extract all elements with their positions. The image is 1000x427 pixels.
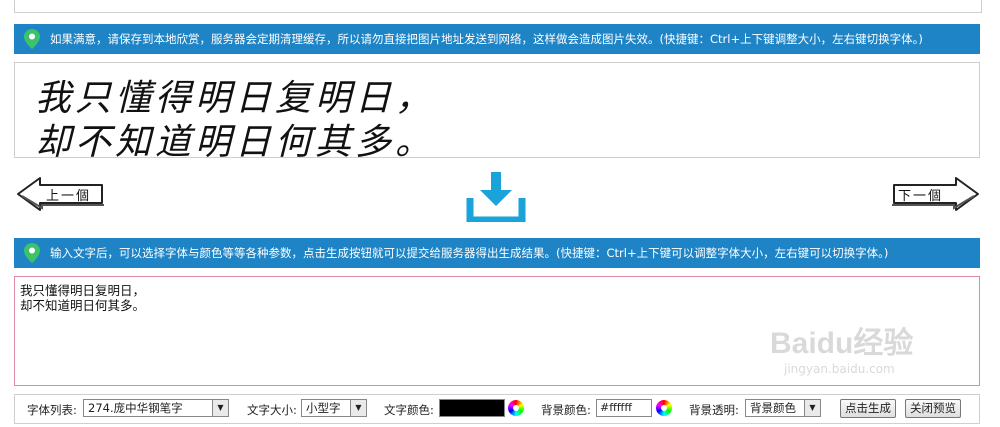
text-color-swatch[interactable] xyxy=(439,399,505,417)
next-font-label: 下一個 xyxy=(898,189,944,204)
text-size-value: 小型字 xyxy=(306,401,341,415)
font-list-value: 274.庞中华钢笔字 xyxy=(88,401,183,415)
notice-banner-save: 如果满意，请保存到本地欣赏，服务器会定期清理缓存，所以请勿直接把图片地址发送到网… xyxy=(14,24,980,54)
handwriting-preview-image: 我只懂得明日复明日， 却不知道明日何其多。 xyxy=(14,62,980,163)
font-list-label: 字体列表: xyxy=(27,403,77,417)
location-pin-icon xyxy=(24,243,40,263)
notice-text-save: 如果满意，请保存到本地欣赏，服务器会定期清理缓存，所以请勿直接把图片地址发送到网… xyxy=(50,32,923,46)
top-result-box xyxy=(14,0,982,13)
preview-line-2: 却不知道明日何其多。 xyxy=(35,122,436,163)
watermark-url: jingyan.baidu.com xyxy=(784,362,895,376)
baidu-watermark: Baidu经验 jingyan.baidu.com xyxy=(770,318,913,376)
watermark-brand: Baidu经验 xyxy=(770,327,914,360)
font-list-select[interactable]: 274.庞中华钢笔字 ▼ xyxy=(83,399,229,417)
bg-color-input[interactable]: #ffffff xyxy=(596,399,652,417)
download-icon[interactable] xyxy=(466,170,526,222)
bg-transparent-value: 背景颜色 xyxy=(750,401,796,415)
chevron-down-icon: ▼ xyxy=(212,400,228,416)
text-color-label: 文字颜色: xyxy=(384,403,434,417)
notice-banner-input: 输入文字后，可以选择字体与颜色等等各种参数，点击生成按钮就可以提交给服务器得出生… xyxy=(14,238,980,268)
close-preview-button[interactable]: 关闭预览 xyxy=(905,399,961,418)
bg-transparent-select[interactable]: 背景颜色 ▼ xyxy=(745,399,821,417)
generate-button[interactable]: 点击生成 xyxy=(840,399,896,418)
chevron-down-icon: ▼ xyxy=(350,400,366,416)
text-size-select[interactable]: 小型字 ▼ xyxy=(301,399,367,417)
next-font-button[interactable]: 下一個 xyxy=(890,174,980,214)
chevron-down-icon: ▼ xyxy=(804,400,820,416)
notice-text-input: 输入文字后，可以选择字体与颜色等等各种参数，点击生成按钮就可以提交给服务器得出生… xyxy=(50,246,889,260)
previous-font-button[interactable]: 上一個 xyxy=(16,174,106,214)
color-wheel-icon[interactable] xyxy=(656,400,672,416)
text-size-label: 文字大小: xyxy=(247,403,297,417)
location-pin-icon xyxy=(24,29,40,49)
options-toolbar: 字体列表: 274.庞中华钢笔字 ▼ 文字大小: 小型字 ▼ 文字颜色: 背景颜… xyxy=(14,394,980,424)
bg-color-label: 背景颜色: xyxy=(541,403,591,417)
previous-font-label: 上一個 xyxy=(46,189,92,204)
color-wheel-icon[interactable] xyxy=(508,400,524,416)
bg-transparent-label: 背景透明: xyxy=(689,403,739,417)
